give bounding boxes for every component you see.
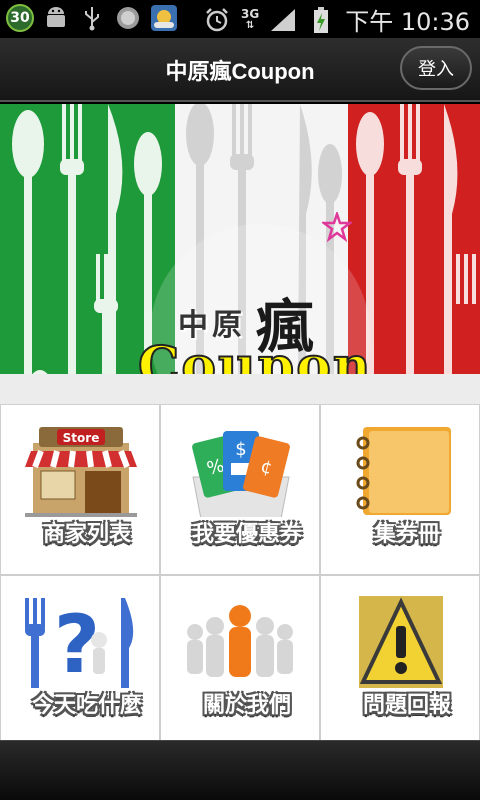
menu-tile-report-issue[interactable]: 問題回報 [320,575,480,741]
menu-label: 商家列表 [19,517,155,553]
network-type-label: 3G ⇅ [241,6,260,31]
menu-label: 問題回報 [339,688,475,724]
star-icon [322,212,352,242]
status-bar: 30 3G ⇅ 下午 10:36 [0,0,480,38]
store-icon: Store [25,427,137,521]
menu-tile-coupon-book[interactable]: 集券冊 [320,404,480,575]
android-icon [42,4,70,32]
menu-label: 集券冊 [339,517,475,553]
login-button[interactable]: 登入 [400,46,472,90]
notification-count-badge: 30 [6,4,34,32]
question-utensils-icon: ? [25,598,134,692]
alarm-icon [203,6,231,34]
menu-tile-get-coupon[interactable]: % $ ¢ 我要優惠券 [160,404,320,575]
signal-icon [269,6,297,34]
notebook-icon [356,427,451,515]
logo-en-text: Coupon [137,335,373,374]
hero-banner: 中原 瘋 Coupon [0,104,480,374]
usb-icon [78,4,106,32]
menu-label: 我要優惠券 [179,517,315,553]
menu-area: Store 商家列表 % $ ¢ 我要優惠券 集券冊 ? 今天吃什麼 關於我們 … [0,374,480,741]
app-bar: 中原瘋Coupon 登入 [0,38,480,102]
status-left: 30 [6,4,178,32]
menu-label: 今天吃什麼 [19,688,155,724]
clock: 下午 10:36 [345,8,470,36]
team-icon [187,605,293,677]
record-icon [114,4,142,32]
menu-tile-about-us[interactable]: 關於我們 [160,575,320,741]
menu-label: 關於我們 [179,688,315,724]
weather-icon [150,4,178,32]
status-right: 3G ⇅ 下午 10:36 [203,2,470,37]
battery-icon [307,6,335,34]
svg-text:Store: Store [63,431,100,445]
coupons-icon: % $ ¢ [192,431,290,520]
menu-grid: Store 商家列表 % $ ¢ 我要優惠券 集券冊 ? 今天吃什麼 關於我們 … [0,404,480,741]
menu-tile-what-to-eat[interactable]: ? 今天吃什麼 [0,575,160,741]
svg-text:$: $ [235,439,246,460]
warning-icon [359,596,443,692]
bottom-bar [0,740,480,800]
menu-tile-store-list[interactable]: Store 商家列表 [0,404,160,575]
